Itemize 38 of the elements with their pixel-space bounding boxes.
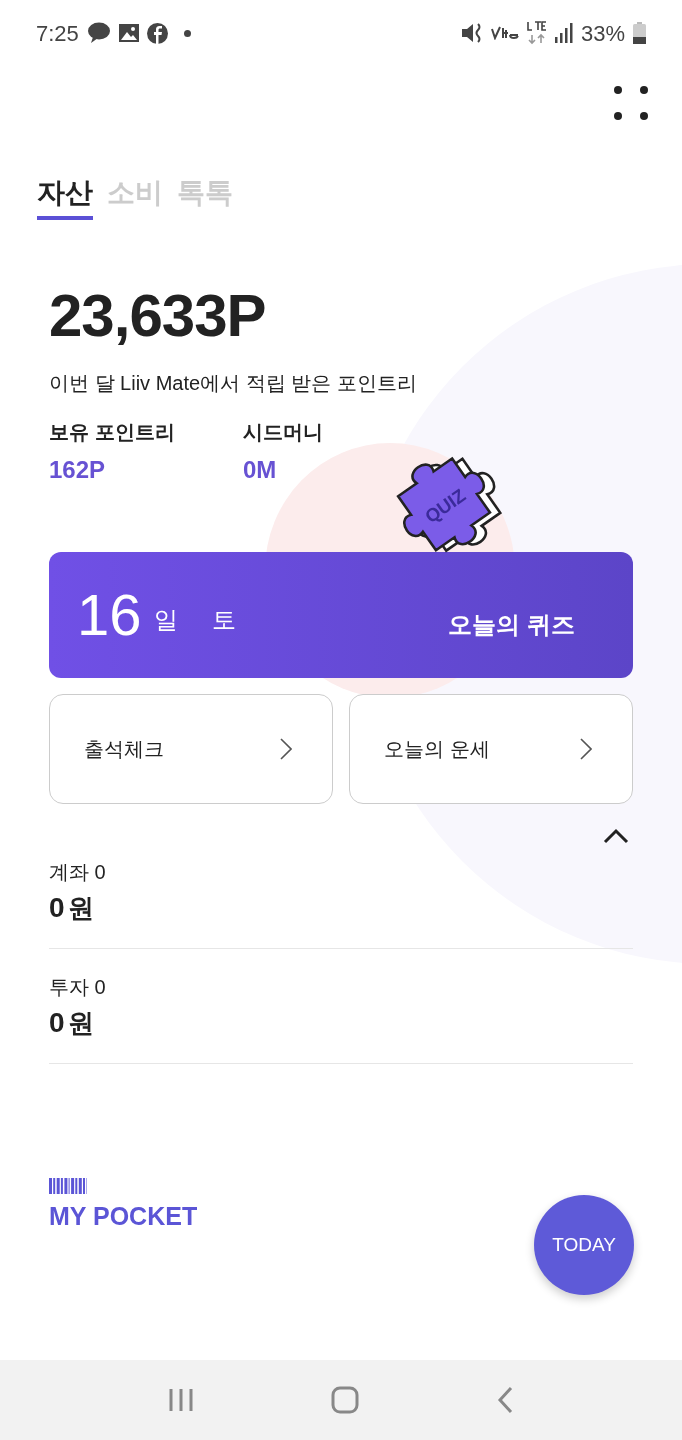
today-button[interactable]: TODAY <box>534 1195 634 1295</box>
stat-label: 시드머니 <box>243 421 324 442</box>
chevron-right-icon <box>580 737 592 760</box>
chevron-up-icon[interactable] <box>603 827 629 844</box>
shortcut-card[interactable]: 오늘의 운세 <box>349 693 633 804</box>
battery-icon <box>633 22 646 44</box>
account-label: 계좌 0 <box>49 861 107 882</box>
my-pocket-link[interactable]: MY POCKET <box>49 1197 198 1236</box>
signal-icon <box>554 23 573 43</box>
stat-label: 보유 포인트리 <box>49 421 176 442</box>
lte-icon <box>526 21 547 45</box>
menu-icon[interactable] <box>614 86 648 120</box>
recent-apps-icon[interactable] <box>168 1387 195 1413</box>
day-number: 16 <box>77 585 142 644</box>
account-label: 투자 0 <box>49 976 107 997</box>
stat-value: 162P <box>49 457 107 482</box>
day-label: 일 토 <box>153 604 251 635</box>
battery-level: 33% <box>580 19 625 48</box>
dot-icon <box>183 29 191 37</box>
image-icon <box>118 24 139 42</box>
clock: 7:25 <box>36 19 79 48</box>
home-icon[interactable] <box>331 1386 359 1414</box>
facebook-icon <box>146 22 168 44</box>
back-icon[interactable] <box>495 1386 514 1414</box>
points-total: 23,633P <box>49 285 267 346</box>
account-amount: 0원 <box>49 893 95 922</box>
volte-icon <box>490 26 519 40</box>
chevron-right-icon <box>280 737 292 760</box>
account-amount: 0원 <box>49 1008 95 1037</box>
barcode-icon <box>49 1177 87 1194</box>
stat-value: 0M <box>243 457 278 482</box>
chat-bubble-icon <box>86 22 111 44</box>
mute-icon <box>460 22 483 44</box>
quiz-banner[interactable]: 16 일 토 오늘의 퀴즈 <box>49 551 633 678</box>
shortcut-card[interactable]: 출석체크 <box>49 693 333 804</box>
quiz-title: 오늘의 퀴즈 <box>448 609 575 640</box>
tab[interactable]: 자산 <box>37 176 93 220</box>
points-caption: 이번 달 Liiv Mate에서 적립 받은 포인트리 <box>49 370 418 396</box>
